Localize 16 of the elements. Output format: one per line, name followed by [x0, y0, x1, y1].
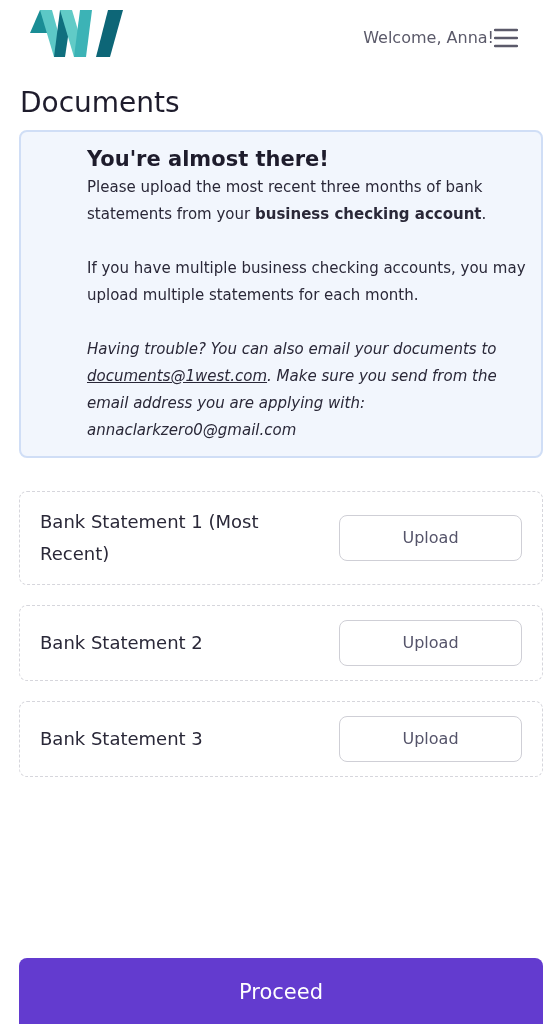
statement-label: Bank Statement 1 (Most Recent)	[40, 509, 260, 566]
logo-icon	[30, 10, 123, 59]
upload-button[interactable]: Upload	[339, 619, 522, 666]
upload-button[interactable]: Upload	[339, 514, 522, 561]
statement-label: Bank Statement 2	[40, 630, 203, 655]
email-link[interactable]: documents@1west.com	[87, 366, 268, 385]
menu-icon[interactable]	[494, 28, 518, 48]
welcome-text: Welcome, Anna!	[363, 27, 494, 49]
proceed-button[interactable]: Proceed	[19, 958, 543, 1024]
notice-paragraph: If you have multiple business checking accounts, you may upload multiple statements for each month.	[87, 257, 527, 306]
upload-button[interactable]: Upload	[339, 715, 522, 762]
help-paragraph: Having trouble? You can also email your documents to documents@1west.com. Make sure you send from the email address you are applying with: annaclarkzero0@gmail.com	[87, 338, 498, 441]
notice-paragraph: Please upload the most recent three months of bank statements from your business checking account.	[87, 176, 488, 225]
notice-heading: You're almost there!	[87, 145, 330, 173]
statement-label: Bank Statement 3	[40, 726, 203, 751]
page-title: Documents	[20, 86, 181, 120]
